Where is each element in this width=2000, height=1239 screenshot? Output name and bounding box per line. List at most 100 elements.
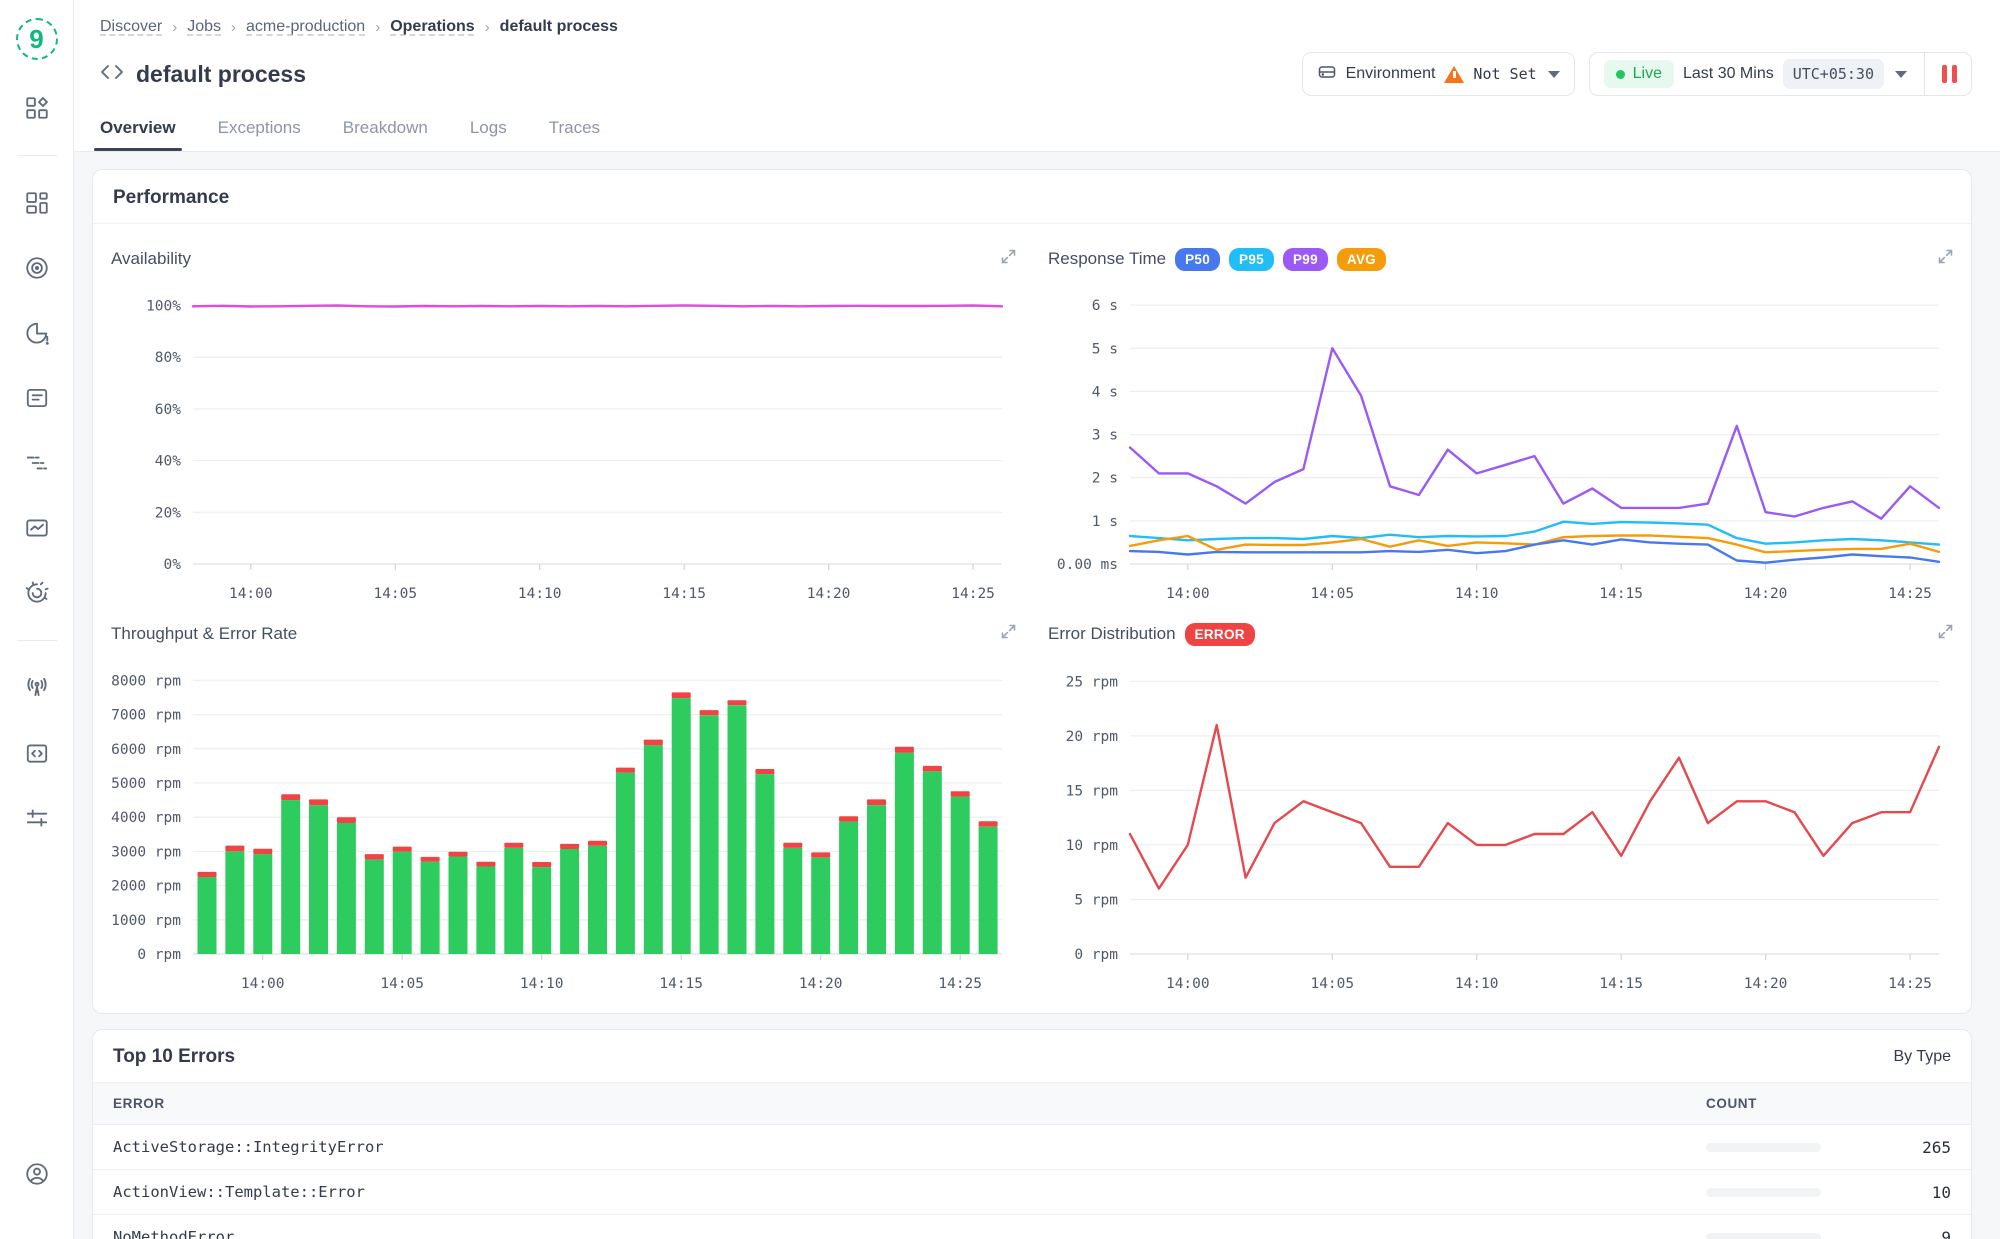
svg-text:14:00: 14:00 bbox=[1166, 586, 1210, 602]
tab-overview[interactable]: Overview bbox=[100, 118, 176, 151]
account-icon[interactable] bbox=[17, 1154, 57, 1194]
p95-badge[interactable]: P95 bbox=[1229, 248, 1274, 271]
apps-icon[interactable] bbox=[17, 88, 57, 128]
table-row[interactable]: ActiveStorage::IntegrityError 265 bbox=[93, 1125, 1971, 1170]
tab-logs[interactable]: Logs bbox=[470, 118, 507, 151]
logs-icon[interactable] bbox=[17, 378, 57, 418]
warning-icon bbox=[1444, 66, 1464, 83]
tab-exceptions[interactable]: Exceptions bbox=[218, 118, 301, 151]
svg-text:14:00: 14:00 bbox=[1166, 976, 1210, 992]
by-type-filter[interactable]: By Type bbox=[1893, 1048, 1951, 1066]
alerts-icon[interactable] bbox=[17, 313, 57, 353]
svg-text:14:15: 14:15 bbox=[659, 976, 703, 992]
expand-icon[interactable] bbox=[1938, 624, 1953, 644]
time-range-control: Live Last 30 Mins UTC+05:30 bbox=[1589, 52, 1972, 96]
code-brackets-icon bbox=[100, 60, 124, 89]
expand-icon[interactable] bbox=[1938, 249, 1953, 269]
title-controls: Environment Not Set Live Last 30 Mins UT… bbox=[1302, 52, 1972, 96]
table-row[interactable]: ActionView::Template::Error 10 bbox=[93, 1170, 1971, 1215]
svg-text:14:10: 14:10 bbox=[1455, 586, 1499, 602]
svg-text:2 s: 2 s bbox=[1092, 471, 1118, 487]
availability-chart-title: Availability bbox=[111, 249, 191, 269]
time-range-label[interactable]: Last 30 Mins bbox=[1683, 65, 1774, 83]
tab-breakdown[interactable]: Breakdown bbox=[343, 118, 428, 151]
error-distribution-chart[interactable]: 0 rpm5 rpm10 rpm15 rpm20 rpm25 rpm14:001… bbox=[1048, 651, 1953, 996]
count-value: 9 bbox=[1941, 1228, 1951, 1239]
brand-logo-glyph: 9 bbox=[29, 24, 43, 55]
svg-text:14:00: 14:00 bbox=[241, 976, 285, 992]
svg-text:14:20: 14:20 bbox=[1744, 976, 1788, 992]
expand-icon[interactable] bbox=[1001, 624, 1016, 644]
topbar: Discover › Jobs › acme-production › Oper… bbox=[74, 0, 2000, 152]
svg-text:6 s: 6 s bbox=[1092, 298, 1118, 314]
breadcrumb-item-operations[interactable]: Operations bbox=[390, 18, 474, 36]
code-box-icon[interactable] bbox=[17, 733, 57, 773]
expand-icon[interactable] bbox=[1001, 249, 1016, 269]
error-distribution-chart-panel: Error Distribution ERROR 0 rpm5 rpm10 rp… bbox=[1046, 613, 1955, 1003]
svg-text:15 rpm: 15 rpm bbox=[1066, 783, 1119, 799]
svg-text:14:05: 14:05 bbox=[373, 586, 417, 602]
error-name: NoMethodError bbox=[113, 1228, 1706, 1239]
breadcrumb-item-discover[interactable]: Discover bbox=[100, 18, 162, 36]
dashboards-icon[interactable] bbox=[17, 183, 57, 223]
p50-badge[interactable]: P50 bbox=[1175, 248, 1220, 271]
performance-card-header: Performance bbox=[93, 170, 1971, 224]
traces-icon[interactable] bbox=[17, 443, 57, 483]
svg-text:7000 rpm: 7000 rpm bbox=[111, 708, 181, 724]
table-row[interactable]: NoMethodError 9 bbox=[93, 1215, 1971, 1239]
svg-text:100%: 100% bbox=[146, 299, 181, 315]
chevron-down-icon[interactable] bbox=[1895, 71, 1907, 78]
broadcast-icon[interactable] bbox=[17, 668, 57, 708]
top-errors-title: Top 10 Errors bbox=[113, 1046, 235, 1068]
metrics-icon[interactable] bbox=[17, 508, 57, 548]
breadcrumb-separator: › bbox=[172, 19, 177, 36]
svg-text:5 s: 5 s bbox=[1092, 341, 1118, 357]
breadcrumb-separator: › bbox=[485, 19, 490, 36]
breadcrumb-item-jobs[interactable]: Jobs bbox=[187, 18, 221, 36]
pause-button[interactable] bbox=[1936, 65, 1963, 83]
svg-text:40%: 40% bbox=[155, 454, 181, 470]
error-badge[interactable]: ERROR bbox=[1185, 623, 1255, 646]
error-column-header: ERROR bbox=[113, 1096, 1706, 1111]
live-dot-icon bbox=[1616, 70, 1625, 79]
p99-badge[interactable]: P99 bbox=[1283, 248, 1328, 271]
breadcrumb-item-app[interactable]: acme-production bbox=[246, 18, 365, 36]
svg-text:14:15: 14:15 bbox=[662, 586, 706, 602]
response-time-chart-title: Response Time bbox=[1048, 249, 1166, 269]
live-badge[interactable]: Live bbox=[1604, 60, 1674, 88]
grafana-icon[interactable] bbox=[17, 573, 57, 613]
chevron-down-icon bbox=[1548, 71, 1560, 78]
count-value: 265 bbox=[1922, 1138, 1951, 1157]
performance-card: Performance Availability 0%20%40%60%80%1… bbox=[92, 169, 1972, 1014]
svg-text:20 rpm: 20 rpm bbox=[1066, 729, 1119, 745]
svg-text:2000 rpm: 2000 rpm bbox=[111, 879, 181, 895]
throughput-chart[interactable]: 0 rpm1000 rpm2000 rpm3000 rpm4000 rpm500… bbox=[111, 651, 1016, 996]
svg-text:14:05: 14:05 bbox=[1310, 976, 1354, 992]
environment-icon bbox=[1317, 62, 1337, 87]
svg-text:3 s: 3 s bbox=[1092, 428, 1118, 444]
svg-text:0%: 0% bbox=[164, 557, 182, 573]
svg-text:8000 rpm: 8000 rpm bbox=[111, 673, 181, 689]
avg-badge[interactable]: AVG bbox=[1337, 248, 1386, 271]
breadcrumb-separator: › bbox=[231, 19, 236, 36]
svg-text:4 s: 4 s bbox=[1092, 384, 1118, 400]
svg-text:25 rpm: 25 rpm bbox=[1066, 674, 1119, 690]
svg-text:0 rpm: 0 rpm bbox=[137, 947, 181, 963]
environment-selector[interactable]: Environment Not Set bbox=[1302, 52, 1575, 96]
response-time-chart[interactable]: 0.00 ms1 s2 s3 s4 s5 s6 s14:0014:0514:10… bbox=[1048, 276, 1953, 606]
error-distribution-chart-title: Error Distribution bbox=[1048, 624, 1176, 644]
availability-chart[interactable]: 0%20%40%60%80%100%14:0014:0514:1014:1514… bbox=[111, 276, 1016, 606]
brand-logo[interactable]: 9 bbox=[16, 18, 58, 60]
svg-text:14:10: 14:10 bbox=[520, 976, 564, 992]
monitors-icon[interactable] bbox=[17, 248, 57, 288]
svg-text:60%: 60% bbox=[155, 402, 181, 418]
timezone-badge[interactable]: UTC+05:30 bbox=[1783, 59, 1884, 89]
error-name: ActionView::Template::Error bbox=[113, 1183, 1706, 1201]
app-root: 9 bbox=[0, 0, 2000, 1239]
environment-status: Not Set bbox=[1473, 65, 1536, 83]
count-column-header: COUNT bbox=[1706, 1096, 1951, 1111]
tuning-icon[interactable] bbox=[17, 798, 57, 838]
svg-text:14:20: 14:20 bbox=[1744, 586, 1788, 602]
count-bar bbox=[1706, 1233, 1821, 1239]
tab-traces[interactable]: Traces bbox=[549, 118, 600, 151]
